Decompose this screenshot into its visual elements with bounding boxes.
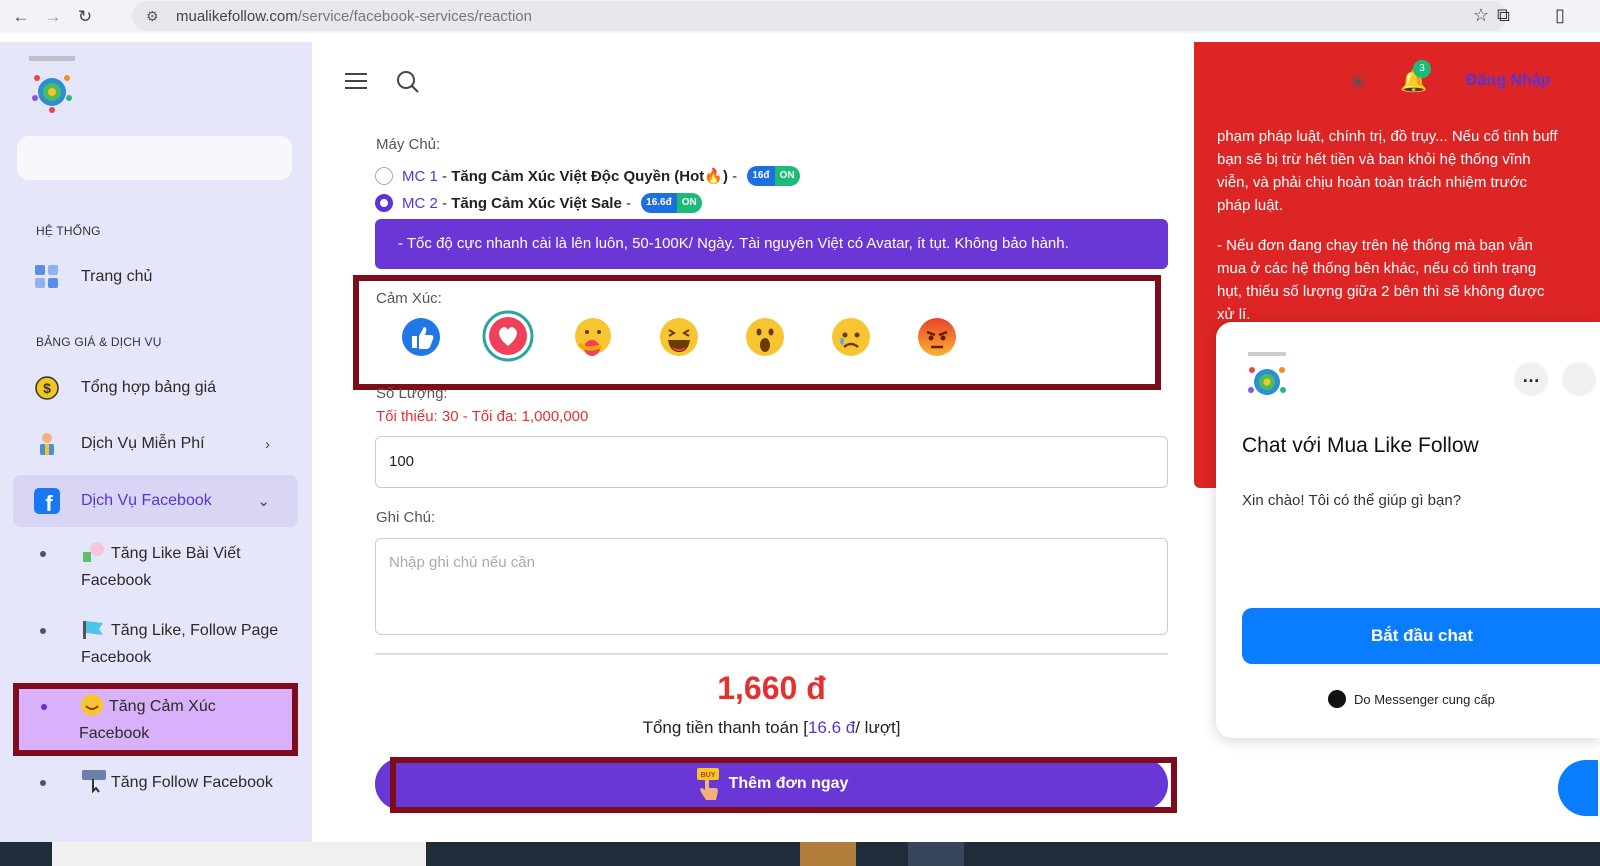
sidebar-item-facebook[interactable]: f Dịch Vụ Facebook ⌄ xyxy=(13,475,298,527)
messenger-chat-widget: … Chat với Mua Like Follow Xin chào! Tôi… xyxy=(1216,322,1600,738)
svg-text:f: f xyxy=(45,491,53,514)
sidebar-search-input[interactable] xyxy=(17,136,292,180)
menu-icon[interactable] xyxy=(345,73,367,91)
server-info-banner: - Tốc độ cực nhanh cài là lên luôn, 50-1… xyxy=(375,219,1168,269)
server-option-1[interactable]: MC 1 - Tăng Cảm Xúc Việt Độc Quyền (Hot🔥… xyxy=(375,166,800,186)
login-link[interactable]: Đăng Nhập xyxy=(1466,72,1550,90)
highlight-box-submit xyxy=(390,757,1177,813)
server-1-radio[interactable] xyxy=(375,167,393,185)
messenger-icon xyxy=(1328,690,1346,708)
sidebar-label-free: Dịch Vụ Miễn Phí xyxy=(81,435,205,452)
chat-logo-icon xyxy=(1248,352,1286,395)
divider xyxy=(375,653,1168,655)
quantity-limits: Tối thiểu: 30 - Tối đa: 1,000,000 xyxy=(376,408,589,425)
chevron-down-icon: ⌄ xyxy=(257,493,270,510)
reload-icon[interactable]: ↻ xyxy=(74,6,96,28)
server-2-status: ON xyxy=(676,193,702,213)
bullet-dot xyxy=(40,551,46,557)
sidebar-sub-like-post[interactable]: Tăng Like Bài Viết Facebook xyxy=(35,540,295,598)
search-icon[interactable] xyxy=(396,70,420,94)
site-settings-icon[interactable]: ⚙ xyxy=(146,8,168,25)
facebook-icon: f xyxy=(34,488,60,514)
sidebar-sub-label: Tăng Like, Follow Page Facebook xyxy=(81,622,279,666)
logo-icon[interactable] xyxy=(27,54,77,114)
flag-sticker-icon xyxy=(83,621,103,639)
sidebar-label-home: Trang chủ xyxy=(81,268,153,285)
quantity-input[interactable]: 100 xyxy=(375,436,1168,488)
highlight-box-sidebar xyxy=(13,683,298,756)
server-1-price: 16đ xyxy=(747,166,775,186)
dashboard-icon xyxy=(34,264,60,290)
server-2-radio[interactable] xyxy=(375,194,393,212)
server-1-name: Tăng Cảm Xúc Việt Độc Quyền (Hot🔥) xyxy=(451,168,728,185)
sidebar-sub-like-page[interactable]: Tăng Like, Follow Page Facebook xyxy=(35,617,295,675)
bullet-dot xyxy=(40,628,46,634)
bookmark-star-icon[interactable]: ☆ xyxy=(1473,5,1489,26)
server-2-price: 16.6đ xyxy=(641,193,677,213)
money-icon: $ xyxy=(34,375,60,401)
total-prefix: Tổng tiền thanh toán [ xyxy=(642,718,808,737)
start-chat-button[interactable]: Bắt đầu chat xyxy=(1242,608,1600,664)
thumbs-up-sticker-icon xyxy=(83,542,104,562)
total-text: Tổng tiền thanh toán [16.6 đ/ lượt] xyxy=(375,718,1168,738)
address-bar[interactable]: ⚙ mualikefollow.com/service/facebook-ser… xyxy=(132,1,1507,31)
server-1-dash: - xyxy=(727,167,742,185)
total-price: 1,660 đ xyxy=(717,670,826,706)
url-path: /service/facebook-services/reaction xyxy=(297,7,532,25)
sidebar-label-pricing: Tổng hợp bảng giá xyxy=(81,379,217,396)
extensions-icon[interactable]: ⧉ xyxy=(1497,5,1510,26)
taskbar-window[interactable] xyxy=(52,842,426,866)
chat-title: Chat với Mua Like Follow xyxy=(1242,434,1479,457)
total-unit-price: 16.6 đ xyxy=(807,718,856,737)
sidebar-label-facebook: Dịch Vụ Facebook xyxy=(81,492,212,509)
bullet-dot xyxy=(40,780,46,786)
svg-text:$: $ xyxy=(43,380,51,396)
section-system-title: HỆ THỐNG xyxy=(36,224,101,238)
sidebar-item-pricing[interactable]: $ Tổng hợp bảng giá xyxy=(13,362,298,414)
server-1-status: ON xyxy=(774,166,800,186)
powered-by: Do Messenger cung cấp xyxy=(1328,690,1495,708)
server-2-name: Tăng Cảm Xúc Việt Sale xyxy=(451,194,622,212)
server-1-code: MC 1 xyxy=(402,167,438,185)
follow-click-icon xyxy=(82,770,106,793)
more-options-icon[interactable]: … xyxy=(1514,362,1548,396)
sidebar-sub-follow[interactable]: Tăng Follow Facebook xyxy=(35,769,295,827)
notification-badge: 3 xyxy=(1413,60,1431,78)
highlight-box-reactions xyxy=(353,275,1161,390)
back-icon[interactable]: ← xyxy=(10,6,32,28)
sidebar-sub-label: Tăng Follow Facebook xyxy=(111,774,273,791)
gift-person-icon xyxy=(34,431,60,457)
quantity-label: Số Lượng: xyxy=(376,385,448,402)
chevron-right-icon: › xyxy=(265,435,270,453)
url-domain: mualikefollow.com xyxy=(176,7,298,25)
notice-text-1: phạm pháp luật, chính trị, đồ trụy... Nế… xyxy=(1217,128,1558,214)
server-2-price-tag: 16.6đ ON xyxy=(641,193,702,213)
server-2-dash: - xyxy=(621,194,636,212)
server-1-price-tag: 16đ ON xyxy=(747,166,800,186)
sidebar-item-home[interactable]: Trang chủ xyxy=(13,251,298,303)
os-taskbar xyxy=(0,842,1600,866)
powered-by-text: Do Messenger cung cấp xyxy=(1354,691,1495,707)
taskbar-app[interactable] xyxy=(908,842,964,866)
server-option-2[interactable]: MC 2 - Tăng Cảm Xúc Việt Sale - 16.6đ ON xyxy=(375,193,702,213)
note-label: Ghi Chú: xyxy=(376,509,436,526)
server-1-sep: - xyxy=(437,167,452,185)
total-suffix: / lượt] xyxy=(855,718,901,737)
theme-toggle-icon[interactable]: ☀ xyxy=(1348,70,1368,96)
minimize-icon[interactable] xyxy=(1562,362,1596,396)
server-2-code: MC 2 xyxy=(402,194,438,212)
forward-icon[interactable]: → xyxy=(42,6,64,28)
chat-greeting: Xin chào! Tôi có thể giúp gì bạn? xyxy=(1242,492,1462,509)
note-textarea[interactable]: Nhập ghi chú nếu cần xyxy=(375,538,1168,635)
section-pricing-title: BẢNG GIÁ & DỊCH VỤ xyxy=(36,335,162,349)
sidepanel-icon[interactable]: ▯ xyxy=(1555,5,1565,26)
messenger-fab-button[interactable] xyxy=(1558,760,1598,816)
sidebar-item-free[interactable]: Dịch Vụ Miễn Phí › xyxy=(13,418,298,470)
server-label: Máy Chủ: xyxy=(376,136,441,153)
server-2-sep: - xyxy=(437,194,452,212)
notice-text-2: - Nếu đơn đang chạy trên hệ thống mà bạn… xyxy=(1217,237,1545,323)
taskbar-app[interactable] xyxy=(800,842,856,866)
